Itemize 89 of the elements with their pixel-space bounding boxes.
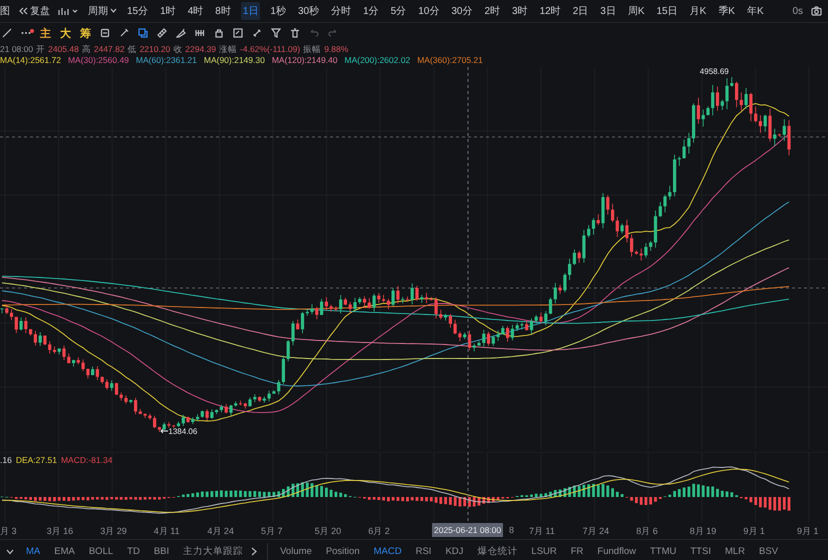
- interval-tab[interactable]: 周K: [626, 2, 646, 20]
- axis-label: 6月 2: [368, 525, 390, 538]
- axis-label: 5月 20: [314, 525, 342, 538]
- moving-average-value: MA(90):2149.30: [204, 55, 265, 67]
- macd-value: .16: [0, 455, 12, 465]
- interval-tab[interactable]: 分时: [329, 2, 354, 20]
- field-label: 开: [36, 44, 46, 55]
- macd-value: MACD:-81.34: [60, 455, 112, 465]
- interval-tab[interactable]: 1时: [158, 2, 178, 20]
- macd-value: DEA:27.51: [16, 455, 57, 465]
- indicator-tab[interactable]: RSI: [410, 544, 438, 559]
- field-value: -4.62%(-111.09): [240, 44, 300, 55]
- interval-tab[interactable]: 12时: [538, 2, 563, 20]
- field-label: 高: [82, 44, 91, 55]
- field-label: 收: [173, 44, 182, 55]
- refresh-timer: 0s: [792, 6, 803, 16]
- cursor-date-label: 2025-06-21 08:00: [432, 523, 504, 537]
- indicator-tab[interactable]: 主力大单跟踪: [177, 543, 250, 560]
- interval-tab[interactable]: 15日: [654, 2, 680, 20]
- axis-label: 5月 7: [261, 525, 283, 538]
- indicator-tab[interactable]: TTSI: [684, 544, 717, 559]
- axis-label: 4月 24: [207, 525, 234, 538]
- interval-tab[interactable]: 2时: [482, 2, 502, 20]
- interval-tab[interactable]: 30分: [449, 2, 474, 20]
- axis-label: 4月 11: [154, 525, 180, 538]
- field-value: 2294.39: [185, 44, 216, 55]
- moving-average-value: MA(200):2602.02: [344, 55, 410, 67]
- axis-label: 9月 1: [797, 525, 819, 538]
- moving-average-value: MA(120):2149.40: [272, 55, 338, 67]
- moving-average-value: MA(60):2361.21: [136, 55, 197, 67]
- indicator-tab[interactable]: KDJ: [439, 544, 470, 559]
- period-menu[interactable]: 周期: [88, 4, 108, 18]
- moving-average-value: MA(360):2705.21: [417, 55, 483, 67]
- indicator-toggle[interactable]: 筹: [80, 26, 91, 40]
- interval-tab[interactable]: 年K: [744, 2, 766, 20]
- axis-label: 3月 16: [46, 525, 74, 538]
- low-price-label: 1384.06: [168, 427, 198, 436]
- indicator-tab[interactable]: FR: [564, 544, 590, 559]
- field-label: 振幅: [303, 44, 322, 55]
- interval-tab[interactable]: 1日: [240, 2, 260, 20]
- interval-tab[interactable]: 季K: [716, 2, 737, 20]
- field-value: 2405.48: [48, 44, 79, 55]
- indicator-tab[interactable]: MLR: [718, 544, 752, 559]
- indicator-tab[interactable]: EMA: [48, 544, 81, 559]
- field-value: 2210.20: [140, 44, 170, 55]
- axis-label: 8月 6: [636, 525, 658, 538]
- interval-tab[interactable]: 月K: [688, 2, 708, 20]
- interval-tab[interactable]: 1分: [361, 2, 381, 20]
- interval-tab[interactable]: 15分: [125, 2, 150, 20]
- axis-label: 7月 11: [529, 525, 555, 538]
- axis-label: 9月 1: [743, 525, 765, 538]
- interval-tab[interactable]: 2日: [570, 2, 590, 20]
- interval-tab[interactable]: 3时: [510, 2, 530, 20]
- replay-button[interactable]: 复盘: [30, 4, 50, 18]
- indicator-tab[interactable]: BBI: [148, 544, 176, 559]
- menu-label[interactable]: 图: [0, 4, 10, 18]
- axis-label: 8月 19: [690, 525, 716, 538]
- axis-label: 7月 24: [582, 525, 610, 538]
- axis-label: 月 3: [0, 525, 17, 538]
- field-label: 低: [128, 44, 137, 55]
- moving-average-value: MA(30):2560.49: [68, 55, 129, 67]
- indicator-tab[interactable]: 爆仓统计: [471, 543, 524, 560]
- moving-average-value: MA(14):2561.72: [0, 55, 61, 67]
- axis-label: 8: [509, 525, 514, 535]
- indicator-toggle[interactable]: 主: [40, 26, 51, 40]
- date-text: 21 08:00: [0, 44, 34, 55]
- indicator-tab[interactable]: MA: [20, 544, 46, 559]
- indicator-tab[interactable]: TTMU: [644, 544, 682, 559]
- interval-tab[interactable]: 30秒: [296, 2, 322, 20]
- interval-tab[interactable]: 3日: [598, 2, 618, 20]
- interval-tab[interactable]: 4时: [186, 2, 206, 20]
- interval-tab[interactable]: 5分: [388, 2, 408, 20]
- indicator-tab[interactable]: Volume: [274, 544, 318, 559]
- indicator-tab[interactable]: BSV: [753, 544, 784, 559]
- interval-tab[interactable]: 8时: [213, 2, 233, 20]
- indicator-tab[interactable]: BOLL: [82, 544, 120, 559]
- field-label: 涨幅: [219, 44, 238, 55]
- high-price-label: 4958.69: [700, 67, 729, 76]
- field-value: 9.88%: [324, 44, 348, 55]
- indicator-tab[interactable]: TD: [121, 544, 146, 559]
- field-value: 2447.82: [94, 44, 125, 55]
- indicator-tab[interactable]: Fundflow: [591, 544, 642, 559]
- interval-tab[interactable]: 10分: [416, 2, 442, 20]
- interval-tab[interactable]: 1秒: [268, 2, 288, 20]
- indicator-tab[interactable]: MACD: [368, 544, 408, 559]
- indicator-tab[interactable]: LSUR: [525, 544, 563, 559]
- axis-label: 3月 29: [100, 525, 127, 538]
- indicator-toggle[interactable]: 大: [60, 26, 71, 40]
- indicator-tab[interactable]: Position: [320, 544, 366, 559]
